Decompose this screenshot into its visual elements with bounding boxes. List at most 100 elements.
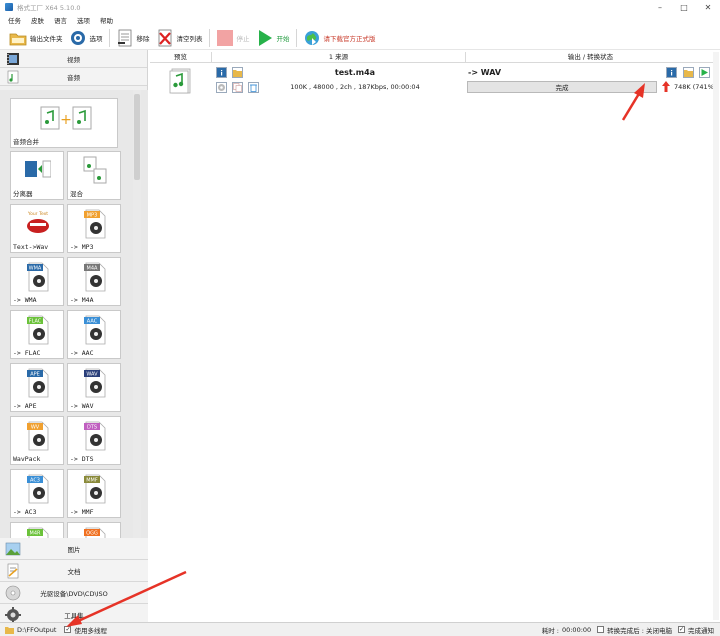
sidebar-scrollbar[interactable] (133, 90, 141, 588)
notify-checkbox[interactable]: ✓ (678, 626, 685, 633)
tool-tile-label: 分离器 (13, 190, 33, 198)
output-folder-icon[interactable] (683, 67, 694, 78)
tool-tile-label: 混合 (70, 190, 83, 198)
tool-tile-ac3[interactable]: AC3 -> AC3 (10, 469, 64, 518)
tool-tile-label: -> APE (13, 402, 37, 410)
options-button[interactable]: 选项 (66, 27, 106, 49)
tool-tile-mmf[interactable]: MMF -> MMF (67, 469, 121, 518)
sidebar-scrollbar-thumb[interactable] (134, 94, 140, 180)
category-panel: 视频 音频 + 音频合并分离器 混合 Your Text Text->Wav MP3 -> … (0, 50, 148, 626)
tool-tile-label: -> WMA (13, 296, 37, 304)
play-output-icon[interactable] (699, 67, 710, 78)
start-button[interactable]: 开始 (253, 27, 293, 49)
category-video[interactable]: 视频 (0, 50, 147, 68)
menu-options[interactable]: 选项 (77, 15, 90, 25)
settings-icon[interactable] (216, 82, 227, 93)
svg-text:WAV: WAV (86, 372, 98, 378)
minimize-button[interactable]: – (648, 0, 672, 14)
tool-tile-label: -> MMF (70, 508, 94, 516)
folder-icon (9, 29, 27, 47)
multithread-checkbox[interactable]: ✓ (64, 626, 72, 633)
info-icon[interactable] (216, 67, 227, 78)
column-source[interactable]: 1 来源 (212, 52, 466, 62)
tool-tile-wav[interactable]: WAV -> WAV (67, 363, 121, 412)
download-official-button[interactable]: 请下载官方正式版 (300, 27, 379, 49)
output-path[interactable]: D:\FFOutput (5, 626, 56, 634)
toolbar: 输出文件夹 选项 移除 清空列表 停止 开始 请下载官方正式版 (0, 26, 720, 50)
tool-tile-wma[interactable]: WMA -> WMA (10, 257, 64, 306)
category-audio[interactable]: 音频 (0, 68, 147, 86)
output-info-icon[interactable] (666, 67, 677, 78)
mmf-icon: MMF (82, 473, 108, 505)
toolbar-separator (208, 28, 210, 47)
merge-icon: + (39, 105, 93, 133)
bottom-categories: 图片 文档 光驱设备\DVD\CD\ISO 工具集 (0, 538, 148, 626)
tool-tile-mp3[interactable]: MP3 -> MP3 (67, 204, 121, 253)
menu-language[interactable]: 语言 (54, 15, 67, 25)
task-list-scrollbar[interactable] (713, 52, 719, 620)
shutdown-after-convert[interactable]: 转换完成后 : 关闭电脑 (597, 625, 672, 635)
tool-tile-label: -> DTS (70, 455, 94, 463)
task-list: 预览 1 来源 输出 / 转换状态 test.m4a 100K , 48000 … (148, 50, 720, 622)
toolbar-separator (108, 28, 110, 47)
svg-text:+: + (60, 112, 72, 128)
svg-text:M4R: M4R (30, 531, 41, 537)
copy-icon[interactable] (232, 82, 243, 93)
category-document[interactable]: 文档 (0, 560, 148, 582)
tool-tile-label: -> M4A (70, 296, 94, 304)
aac-icon: AAC (82, 314, 108, 346)
svg-text:WMA: WMA (29, 266, 42, 272)
source-folder-icon[interactable] (232, 67, 243, 78)
source-file-info: 100K , 48000 , 2ch , 187Kbps, 00:00:04 (290, 83, 420, 91)
shutdown-checkbox[interactable] (597, 626, 605, 633)
close-button[interactable]: ✕ (696, 0, 720, 14)
tool-tile-label: -> AAC (70, 349, 94, 357)
output-format: -> WAV (468, 68, 502, 77)
wav-icon: WAV (82, 367, 108, 399)
completion-notify[interactable]: ✓ 完成通知 (678, 625, 714, 635)
source-file-name: test.m4a (334, 68, 376, 77)
title-bar: 格式工厂 X64 5.10.0 – □ ✕ (0, 0, 720, 14)
category-optical-drive[interactable]: 光驱设备\DVD\CD\ISO (0, 582, 148, 604)
column-preview[interactable]: 预览 (150, 52, 212, 62)
tool-tile-text[interactable]: Your Text Text->Wav (10, 204, 64, 253)
mp3-icon: MP3 (82, 208, 108, 240)
svg-text:OGG: OGG (86, 531, 98, 537)
maximize-button[interactable]: □ (672, 0, 696, 14)
menu-help[interactable]: 帮助 (100, 15, 113, 25)
window-title: 格式工厂 X64 5.10.0 (17, 4, 81, 12)
clear-list-button[interactable]: 清空列表 (153, 27, 206, 49)
column-output[interactable]: 输出 / 转换状态 (466, 52, 715, 62)
tool-tile-aac[interactable]: AAC -> AAC (67, 310, 121, 359)
tool-tile-wv[interactable]: WV WavPack (10, 416, 64, 465)
category-picture[interactable]: 图片 (0, 538, 148, 560)
menu-bar: 任务 皮肤 语言 选项 帮助 (0, 14, 720, 26)
tool-tile-flac[interactable]: FLAC -> FLAC (10, 310, 64, 359)
tool-tile-splitter[interactable]: 分离器 (10, 151, 64, 200)
stop-button[interactable]: 停止 (213, 27, 253, 49)
tool-tile-ape[interactable]: APE -> APE (10, 363, 64, 412)
svg-text:APE: APE (30, 372, 40, 378)
tool-tile-label: -> WAV (70, 402, 94, 410)
output-folder-button[interactable]: 输出文件夹 (6, 27, 66, 49)
svg-text:MP3: MP3 (87, 213, 98, 219)
remove-icon (116, 29, 134, 47)
multithread-toggle[interactable]: ✓ 使用多线程 (64, 625, 107, 635)
output-size: 748K (741%) (674, 83, 717, 91)
tool-tile-dts[interactable]: DTS -> DTS (67, 416, 121, 465)
tool-tile-label: Text->Wav (13, 243, 49, 251)
splitter-icon (25, 155, 52, 187)
tool-tile-label: -> MP3 (70, 243, 94, 251)
tool-tile-mix[interactable]: 混合 (67, 151, 121, 200)
remove-button[interactable]: 移除 (113, 27, 153, 49)
menu-task[interactable]: 任务 (8, 15, 21, 25)
trash-icon[interactable] (248, 82, 259, 93)
tool-tile-m4a[interactable]: M4A -> M4A (67, 257, 121, 306)
menu-skin[interactable]: 皮肤 (31, 15, 44, 25)
tool-tile-merge[interactable]: + 音频合并 (10, 98, 118, 148)
app-icon (5, 3, 13, 11)
clear-list-icon (156, 29, 174, 47)
conversion-progress: 完成 (467, 81, 657, 93)
task-row[interactable]: test.m4a 100K , 48000 , 2ch , 187Kbps, 0… (150, 64, 717, 98)
elapsed-time: 耗时 : 00:00:00 (541, 625, 592, 635)
